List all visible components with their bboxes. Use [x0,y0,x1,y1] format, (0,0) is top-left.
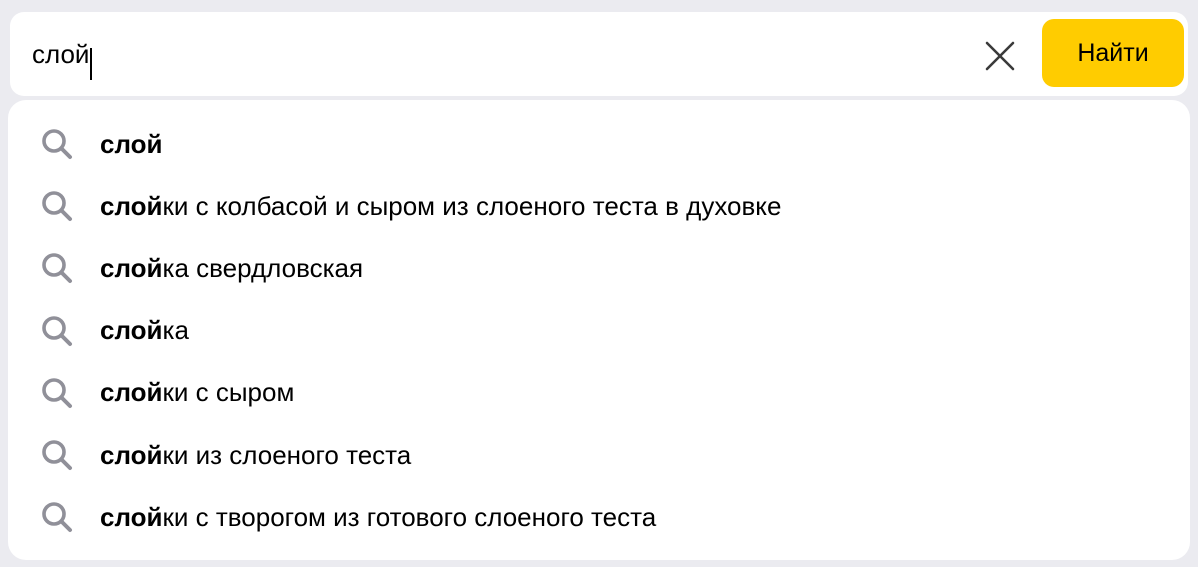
suggestion-rest: ки с творогом из готового слоеного теста [162,501,657,532]
suggestion-text: слойки с творогом из готового слоеного т… [100,502,656,533]
text-caret [90,48,92,80]
suggestion-text: слой [100,129,163,160]
suggestion-text: слойка свердловская [100,253,363,284]
suggestion-match: слой [100,252,163,283]
suggestion-match: слой [100,439,163,470]
suggestion-text: слойки из слоеного теста [100,440,411,471]
suggestion-item[interactable]: слойки из слоеного теста [8,424,1190,486]
suggestion-match: слой [100,190,163,221]
suggestion-rest: ки с сыром [162,377,295,408]
suggestion-rest: ки из слоеного теста [162,439,412,470]
search-bar: Найти [10,12,1188,96]
search-icon [40,127,74,161]
suggestion-match: слой [100,315,163,346]
suggestion-text: слойки с колбасой и сыром из слоеного те… [100,191,781,222]
search-icon [40,189,74,223]
search-widget: Найти слойслойки с колбасой и сыром из с… [0,0,1198,567]
search-icon [40,314,74,348]
suggestion-match: слой [100,501,163,532]
suggestion-item[interactable]: слойки с колбасой и сыром из слоеного те… [8,175,1190,237]
suggestion-item[interactable]: слойка свердловская [8,237,1190,299]
suggestion-text: слойки с сыром [100,377,294,408]
suggestion-rest: ки с колбасой и сыром из слоеного теста … [162,190,782,221]
suggestion-item[interactable]: слой [8,113,1190,175]
suggestion-item[interactable]: слойки с сыром [8,362,1190,424]
search-icon [40,376,74,410]
suggestion-match: слой [100,128,163,159]
search-icon [40,500,74,534]
search-input[interactable] [32,34,932,74]
suggestion-item[interactable]: слойки с творогом из готового слоеного т… [8,486,1190,548]
suggestion-rest: ка свердловская [162,252,364,283]
suggestion-rest: ка [162,315,189,346]
suggestions-panel: слой слойки с колбасой и сыром из слоеног… [8,100,1190,560]
suggestion-item[interactable]: слойка [8,300,1190,362]
find-button[interactable]: Найти [1042,19,1184,87]
suggestion-text: слойка [100,315,189,346]
clear-button[interactable] [980,36,1020,76]
suggestion-match: слой [100,377,163,408]
search-icon [40,251,74,285]
search-icon [40,438,74,472]
close-icon [985,41,1015,71]
suggestions-list: слой слойки с колбасой и сыром из слоеног… [8,113,1190,548]
